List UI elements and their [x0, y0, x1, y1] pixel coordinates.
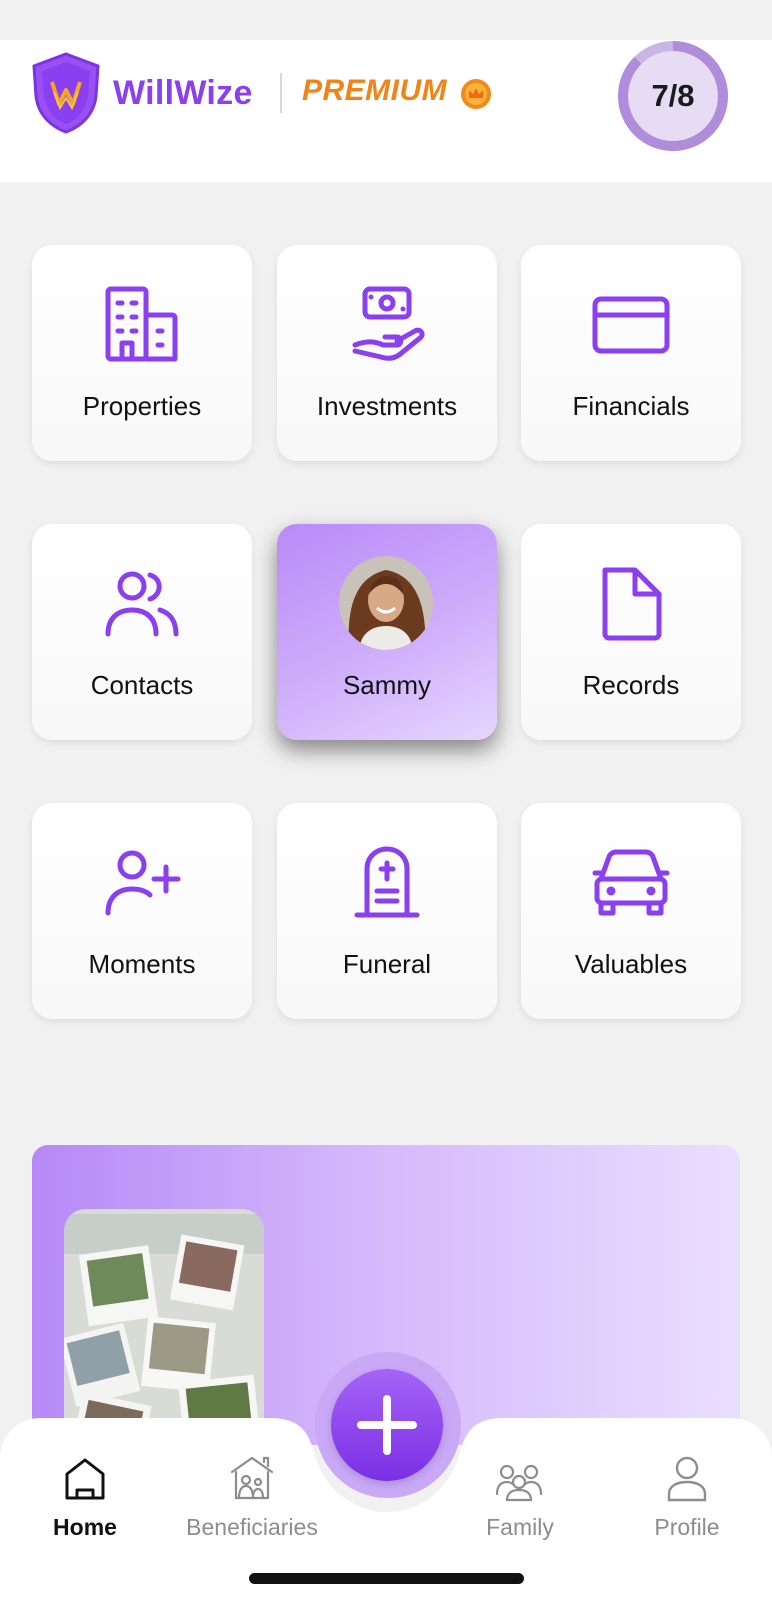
tile-label: Properties [82, 391, 202, 421]
crown-icon [461, 79, 491, 109]
user-plus-icon [105, 850, 181, 916]
tile-moments[interactable]: Moments [32, 803, 252, 1019]
tile-records[interactable]: Records [521, 524, 741, 740]
house-family-icon [230, 1456, 274, 1500]
header-divider [280, 73, 282, 113]
nav-home[interactable]: Home [0, 1454, 170, 1550]
tile-financials[interactable]: Financials [521, 245, 741, 461]
money-hand-icon [352, 286, 425, 361]
progress-ring[interactable]: 7/8 [617, 40, 729, 152]
tile-funeral[interactable]: Funeral [277, 803, 497, 1019]
tile-sammy[interactable]: Sammy [277, 524, 497, 740]
progress-label: 7/8 [651, 78, 695, 113]
home-icon [65, 1458, 105, 1500]
sammy-avatar [339, 556, 433, 650]
home-indicator [249, 1573, 524, 1584]
tile-label: Valuables [574, 949, 688, 979]
family-icon [495, 1464, 543, 1502]
file-icon [602, 567, 662, 641]
tile-label: Investments [316, 391, 458, 421]
tile-label: Moments [88, 949, 196, 979]
nav-label: Family [486, 1514, 554, 1540]
banner-photo [64, 1209, 264, 1445]
tile-label: Funeral [342, 949, 432, 979]
buildings-icon [105, 286, 178, 362]
tile-properties[interactable]: Properties [32, 245, 252, 461]
tile-label: Financials [572, 391, 690, 421]
users-icon [105, 571, 179, 637]
credit-card-icon [592, 296, 670, 354]
tile-label: Records [582, 670, 680, 700]
nav-profile[interactable]: Profile [602, 1454, 772, 1550]
tile-label: Sammy [342, 670, 432, 700]
user-icon [667, 1456, 707, 1502]
nav-beneficiaries[interactable]: Beneficiaries [167, 1454, 337, 1550]
tile-label: Contacts [90, 670, 194, 700]
nav-label: Beneficiaries [186, 1514, 318, 1540]
add-button[interactable] [331, 1369, 443, 1481]
nav-label: Profile [654, 1514, 720, 1540]
gravestone-icon [354, 846, 420, 918]
tile-valuables[interactable]: Valuables [521, 803, 741, 1019]
shield-logo-icon [32, 52, 100, 134]
brand-name: WillWize [113, 74, 253, 112]
tile-investments[interactable]: Investments [277, 245, 497, 461]
premium-label: PREMIUM [302, 74, 448, 107]
app-header: WillWize PREMIUM 7/8 [0, 40, 772, 182]
tile-contacts[interactable]: Contacts [32, 524, 252, 740]
car-icon [592, 849, 670, 916]
nav-family[interactable]: Family [435, 1454, 605, 1550]
plus-icon [357, 1395, 417, 1455]
nav-label: Home [53, 1514, 117, 1540]
